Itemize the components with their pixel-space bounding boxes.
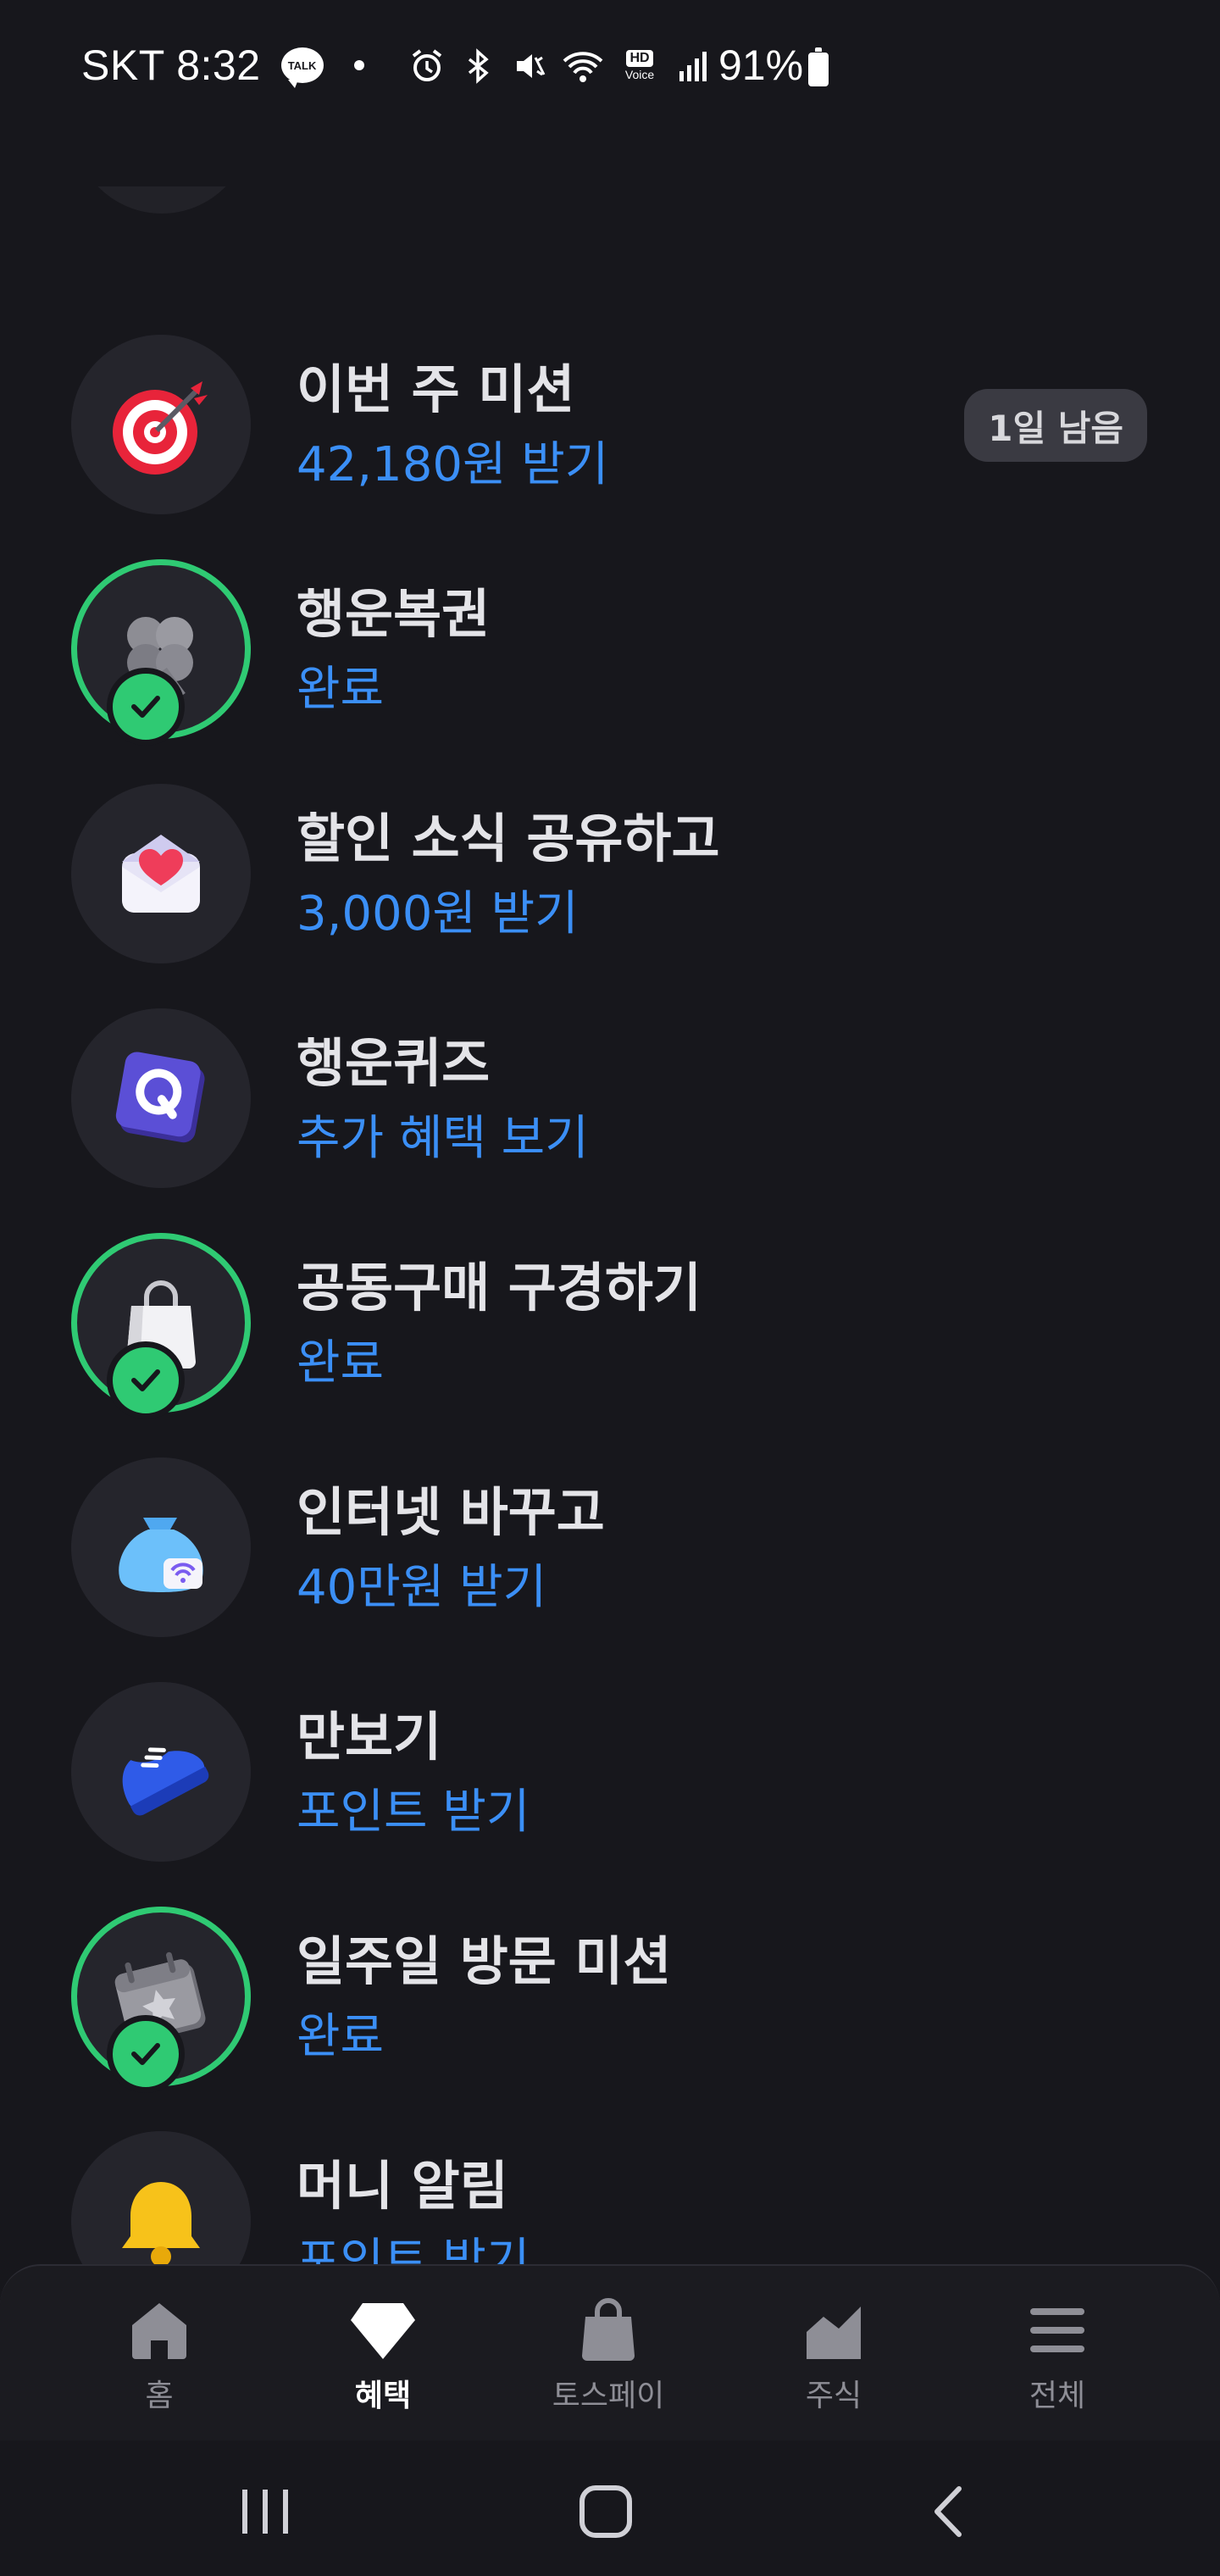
voice-label: Voice xyxy=(624,68,655,81)
tab-label: 전체 xyxy=(1029,2379,1086,2413)
kakaotalk-icon: TALK xyxy=(280,47,324,88)
signal-icon xyxy=(679,52,707,81)
list-item[interactable]: 인터넷 바꾸고 40만원 받기 xyxy=(0,1457,1220,1644)
list-item[interactable]: 일주일 방문 미션 완료 xyxy=(0,1907,1220,2093)
bottom-tab-bar: 홈 혜택 토스페이 주식 전체 xyxy=(0,2264,1220,2440)
check-icon xyxy=(107,668,185,746)
mission-title: 할인 소식 공유하고 xyxy=(297,808,720,869)
list-item[interactable]: 이번 주 미션 42,180원 받기 1일 남음 xyxy=(0,335,1220,521)
hd-label: HD xyxy=(626,50,653,67)
vibrate-mute-icon xyxy=(517,54,546,78)
list-item[interactable]: 만보기 포인트 받기 xyxy=(0,1682,1220,1868)
list-item[interactable]: 공동구매 구경하기 완료 xyxy=(0,1233,1220,1419)
money-bag-wifi-icon xyxy=(119,1518,203,1592)
list-item[interactable]: 행운복권 완료 xyxy=(0,559,1220,746)
carrier-time: SKT 8:32 xyxy=(81,42,261,89)
mission-reward: 40만원 받기 xyxy=(297,1560,547,1615)
tab-label: 주식 xyxy=(805,2379,862,2413)
mission-icon-container xyxy=(71,784,251,963)
tab-home[interactable]: 홈 xyxy=(75,2296,244,2415)
mission-reward: 포인트 받기 xyxy=(297,1785,530,1840)
mission-icon-container xyxy=(71,1008,251,1188)
status-icons: HD Voice xyxy=(408,47,712,85)
mission-title: 일주일 방문 미션 xyxy=(297,1930,672,1992)
stock-chart-icon xyxy=(800,2296,868,2364)
tab-label: 혜택 xyxy=(354,2379,412,2413)
mission-status: 완료 xyxy=(297,1335,385,1391)
tab-tosspay[interactable]: 토스페이 xyxy=(524,2296,693,2415)
remaining-days-badge: 1일 남음 xyxy=(964,389,1147,462)
alarm-icon xyxy=(412,49,442,81)
previous-item-icon-edge xyxy=(73,186,251,288)
mission-icon-container xyxy=(71,335,251,514)
shopping-bag-nav-icon xyxy=(574,2296,642,2364)
mission-title: 행운복권 xyxy=(297,583,491,645)
home-square-icon xyxy=(580,2485,632,2538)
quiz-q-icon xyxy=(115,1052,205,1143)
mission-title: 머니 알림 xyxy=(297,2155,508,2217)
system-navigation-bar xyxy=(0,2440,1220,2576)
status-bar: SKT 8:32 TALK HD Voice 91% xyxy=(0,0,1220,144)
mission-reward: 42,180원 받기 xyxy=(297,437,609,492)
list-item[interactable]: 할인 소식 공유하고 3,000원 받기 xyxy=(0,784,1220,970)
status-left: SKT 8:32 TALK xyxy=(81,41,364,90)
list-item[interactable]: 행운퀴즈 추가 혜택 보기 xyxy=(0,1008,1220,1195)
mission-title: 공동구매 구경하기 xyxy=(297,1257,702,1319)
home-icon xyxy=(125,2296,193,2364)
check-icon xyxy=(107,1341,185,1419)
mission-status: 완료 xyxy=(297,662,385,717)
tab-label: 토스페이 xyxy=(552,2379,665,2413)
notification-dot-icon xyxy=(353,60,364,70)
mission-icon-container xyxy=(71,1457,251,1637)
sneaker-icon xyxy=(122,1747,209,1816)
bell-icon xyxy=(122,2182,200,2267)
mission-status: 완료 xyxy=(297,2009,385,2064)
bluetooth-icon xyxy=(468,48,489,84)
back-button[interactable] xyxy=(901,2471,995,2552)
battery-percent: 91% xyxy=(718,42,804,89)
back-chevron-icon xyxy=(934,2486,962,2537)
mission-title: 이번 주 미션 xyxy=(297,358,575,420)
mission-icon-container xyxy=(71,1682,251,1862)
tab-all[interactable]: 전체 xyxy=(973,2296,1142,2415)
tab-benefits[interactable]: 혜택 xyxy=(298,2296,468,2415)
mission-title: 만보기 xyxy=(297,1706,442,1768)
tab-stocks[interactable]: 주식 xyxy=(749,2296,918,2415)
menu-icon xyxy=(1023,2296,1091,2364)
target-dart-icon xyxy=(113,381,208,475)
wifi-icon xyxy=(563,52,603,82)
recent-apps-icon xyxy=(242,2490,288,2534)
mission-reward: 3,000원 받기 xyxy=(297,886,579,941)
check-icon xyxy=(107,2015,185,2093)
home-button[interactable] xyxy=(559,2471,652,2552)
battery-icon xyxy=(808,47,829,86)
mission-title: 인터넷 바꾸고 xyxy=(297,1481,605,1543)
heart-envelope-icon xyxy=(122,835,200,913)
diamond-icon xyxy=(349,2296,417,2364)
talk-badge-text: TALK xyxy=(287,58,317,72)
mission-link: 추가 혜택 보기 xyxy=(297,1111,589,1166)
hd-voice-icon: HD Voice xyxy=(618,50,661,82)
recent-apps-button[interactable] xyxy=(219,2471,312,2552)
tab-label: 홈 xyxy=(145,2379,174,2413)
mission-title: 행운퀴즈 xyxy=(297,1032,491,1094)
